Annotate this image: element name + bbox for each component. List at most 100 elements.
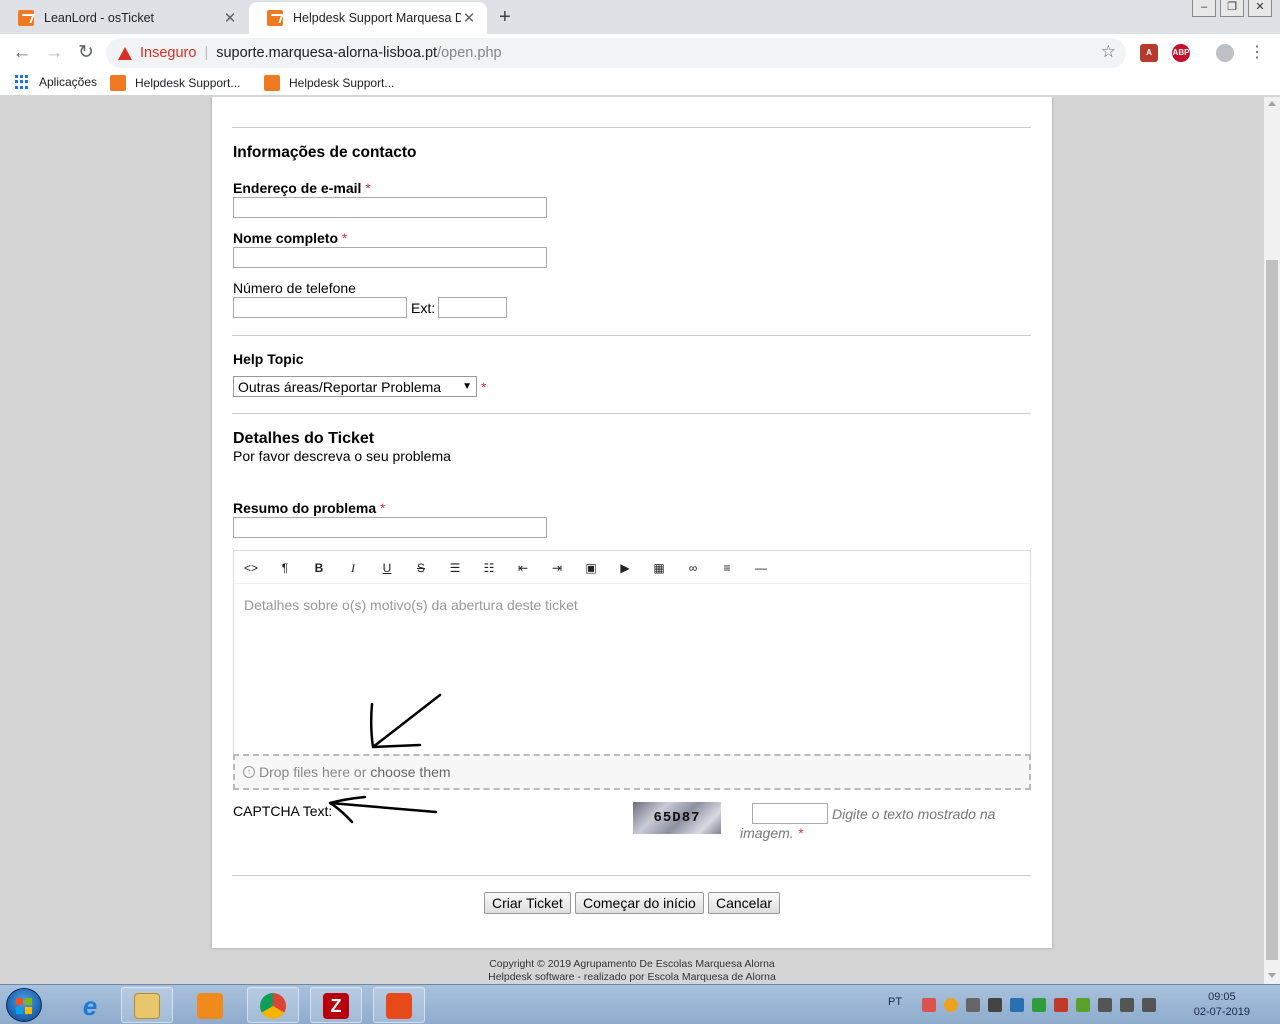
network-icon[interactable]	[1142, 998, 1156, 1012]
divider	[232, 127, 1031, 128]
strikethrough-icon[interactable]: S	[411, 559, 431, 577]
required-mark: *	[380, 500, 386, 516]
outdent-icon[interactable]: ⇤	[513, 559, 533, 577]
action-center-flag-icon[interactable]	[1120, 998, 1134, 1012]
underline-icon[interactable]: U	[377, 559, 397, 577]
required-mark: *	[341, 230, 348, 246]
code-view-icon[interactable]: <>	[241, 559, 261, 577]
required-mark: *	[797, 825, 804, 841]
italic-icon[interactable]: I	[343, 559, 363, 577]
image-icon[interactable]: ▣	[581, 559, 601, 577]
media-player-icon[interactable]	[184, 987, 236, 1023]
page-scrollbar[interactable]	[1264, 97, 1280, 984]
menu-kebab-icon[interactable]: ⋮	[1245, 42, 1269, 64]
scroll-up-icon[interactable]	[1268, 101, 1276, 106]
phone-label: Número de telefone	[233, 280, 356, 296]
tray-update-icon[interactable]	[944, 998, 958, 1012]
tray-sound-icon[interactable]	[1054, 998, 1068, 1012]
ticket-form-container: Informações de contacto Endereço de e-ma…	[212, 97, 1052, 948]
tray-display-icon[interactable]	[988, 998, 1002, 1012]
captcha-input[interactable]	[752, 803, 828, 824]
email-label: Endereço de e-mail *	[233, 180, 371, 196]
cancel-button[interactable]: Cancelar	[708, 892, 781, 914]
close-window-icon[interactable]: ✕	[1248, 0, 1272, 17]
dropdown-arrow-icon: ▼	[462, 381, 472, 392]
bold-icon[interactable]: B	[309, 559, 329, 577]
name-label-text: Nome completo	[233, 230, 339, 246]
align-icon[interactable]: ≡	[717, 559, 737, 577]
captcha-label: CAPTCHA Text:	[233, 803, 333, 819]
required-mark: *	[365, 180, 371, 196]
email-label-text: Endereço de e-mail	[233, 180, 362, 196]
close-icon[interactable]: ✕	[222, 9, 238, 27]
bookmark-label: Helpdesk Support...	[135, 76, 241, 90]
tab-title: LeanLord - osTicket	[44, 11, 155, 25]
tab-title: Helpdesk Support Marquesa De A	[293, 11, 461, 25]
create-ticket-button[interactable]: Criar Ticket	[484, 892, 571, 914]
choose-files-link[interactable]: choose them	[370, 764, 450, 780]
osticket-favicon	[264, 75, 280, 91]
editor-placeholder[interactable]: Detalhes sobre o(s) motivo(s) da abertur…	[244, 597, 578, 613]
profile-avatar-icon[interactable]	[1216, 44, 1234, 62]
security-status[interactable]: Inseguro	[140, 45, 196, 61]
divider: |	[204, 45, 209, 61]
tab-helpdesk[interactable]: Helpdesk Support Marquesa De A ✕	[249, 2, 487, 34]
editor-toolbar: <> ¶ B I U S ☰ ☷ ⇤ ⇥ ▣ ▶ ▦ ∞ ≡ —	[234, 551, 1030, 584]
paragraph-icon[interactable]: ¶	[275, 559, 295, 577]
filezilla-icon[interactable]: Z	[310, 987, 362, 1023]
tray-security-icon[interactable]	[1032, 998, 1046, 1012]
tray-usb-icon[interactable]	[966, 998, 980, 1012]
new-tab-button[interactable]: +	[499, 6, 511, 29]
indent-icon[interactable]: ⇥	[547, 559, 567, 577]
bookmark-apps[interactable]: Aplicações	[15, 75, 97, 89]
phone-ext-field[interactable]	[438, 297, 507, 318]
numbered-list-icon[interactable]: ☷	[479, 559, 499, 577]
bookmark-helpdesk-1[interactable]: Helpdesk Support...	[110, 75, 240, 91]
scroll-down-icon[interactable]	[1268, 973, 1276, 978]
forward-icon[interactable]: →	[42, 42, 66, 64]
ticket-details-subheading: Por favor descreva o seu problema	[233, 448, 451, 464]
reload-icon[interactable]: ↻	[74, 42, 98, 64]
address-bar[interactable]: Inseguro | suporte.marquesa-alorna-lisbo…	[106, 38, 1126, 68]
phone-field[interactable]	[233, 297, 407, 318]
required-mark: *	[481, 379, 487, 395]
tab-leanlord[interactable]: LeanLord - osTicket ✕	[0, 2, 248, 34]
link-icon[interactable]: ∞	[683, 559, 703, 577]
video-icon[interactable]: ▶	[615, 559, 635, 577]
tray-check-icon[interactable]	[1076, 998, 1090, 1012]
back-icon[interactable]: ←	[10, 42, 34, 64]
powered-by-text: Helpdesk software - realizado por Escola…	[488, 971, 776, 983]
help-topic-select[interactable]: Outras áreas/Reportar Problema ▼	[233, 376, 477, 397]
divider	[232, 335, 1031, 336]
email-field[interactable]	[233, 197, 547, 218]
volume-icon[interactable]	[1098, 998, 1112, 1012]
close-icon[interactable]: ✕	[461, 9, 477, 27]
summary-label: Resumo do problema *	[233, 500, 385, 516]
file-explorer-icon[interactable]	[121, 987, 173, 1023]
bullet-list-icon[interactable]: ☰	[445, 559, 465, 577]
chrome-icon[interactable]	[247, 987, 299, 1023]
summary-field[interactable]	[233, 517, 547, 538]
pdf-extension-icon[interactable]: A	[1140, 44, 1158, 62]
bookmark-helpdesk-2[interactable]: Helpdesk Support...	[264, 75, 394, 91]
office-icon[interactable]	[373, 987, 425, 1023]
start-button[interactable]	[6, 988, 42, 1022]
tray-bluetooth-icon[interactable]	[1010, 998, 1024, 1012]
taskbar-clock[interactable]: 09:05 02-07-2019	[1194, 990, 1250, 1020]
reset-button[interactable]: Começar do início	[575, 892, 704, 914]
language-indicator[interactable]: PT	[888, 996, 902, 1008]
captcha-hint-line2: imagem. *	[740, 825, 803, 841]
internet-explorer-icon[interactable]: e	[64, 987, 116, 1023]
file-dropzone[interactable]: ↑ Drop files here or choose them	[233, 754, 1031, 790]
minimize-icon[interactable]: –	[1192, 0, 1216, 17]
bookmark-star-icon[interactable]: ☆	[1101, 42, 1116, 62]
restore-icon[interactable]: ❐	[1220, 0, 1244, 17]
full-name-field[interactable]	[233, 247, 547, 268]
horizontal-rule-icon[interactable]: —	[751, 559, 771, 577]
url-path: /open.php	[437, 45, 502, 61]
tray-app-icon[interactable]	[922, 998, 936, 1012]
table-icon[interactable]: ▦	[649, 559, 669, 577]
help-topic-value: Outras áreas/Reportar Problema	[238, 378, 442, 395]
scroll-thumb[interactable]	[1266, 260, 1278, 960]
adblock-extension-icon[interactable]: ABP	[1172, 44, 1190, 62]
